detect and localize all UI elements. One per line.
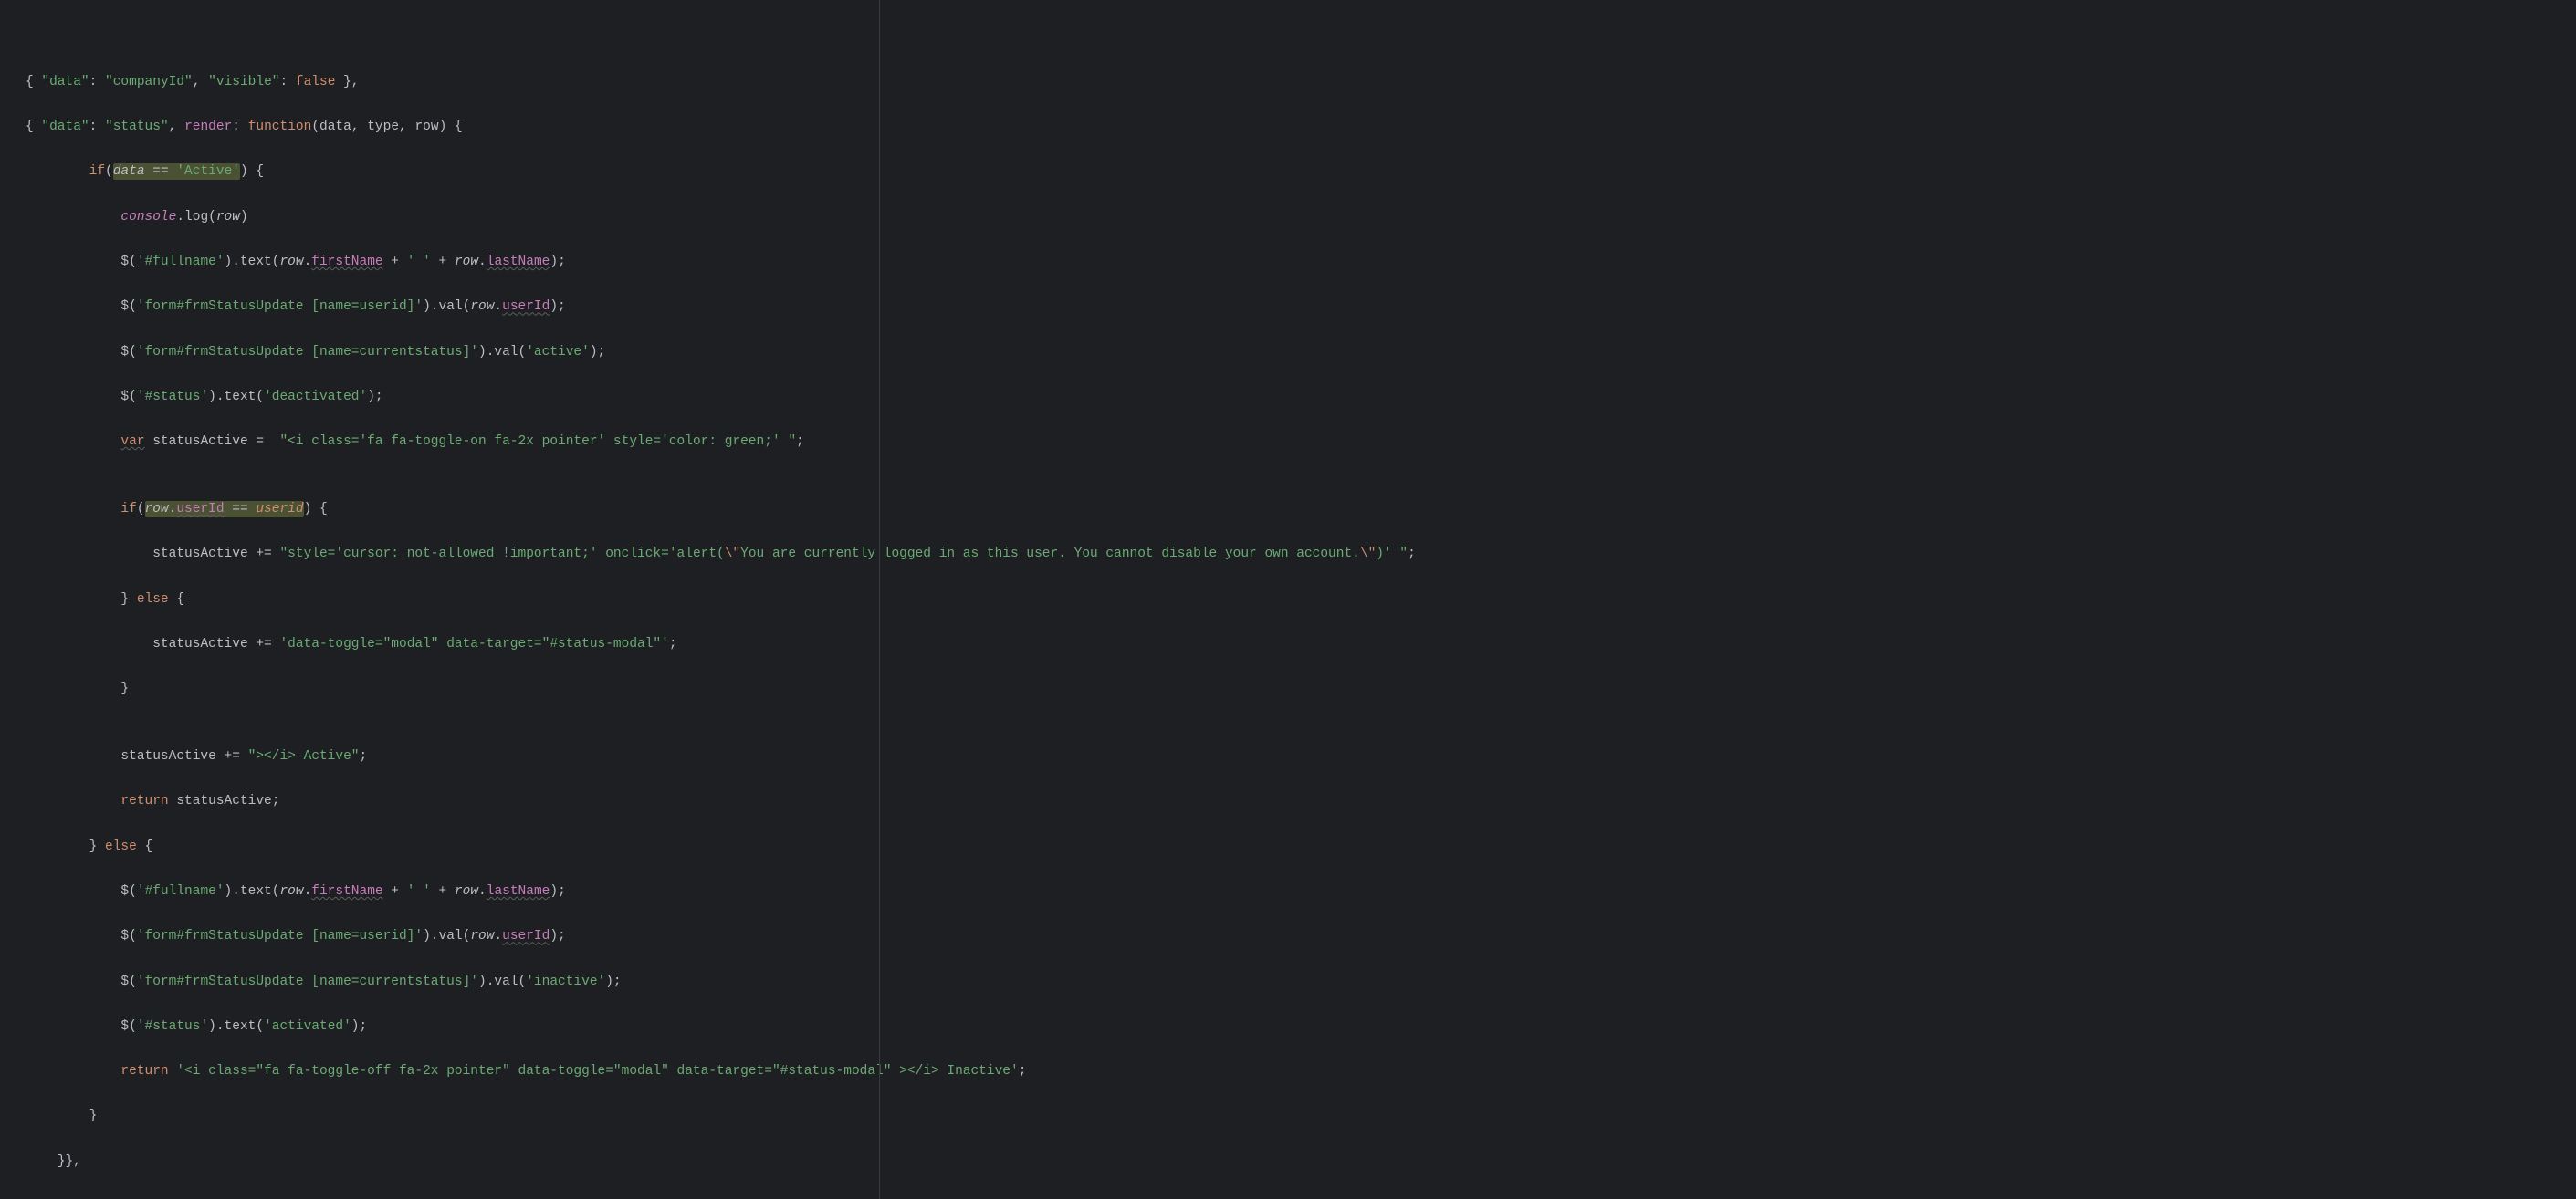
code-line: return statusActive;: [26, 790, 2576, 813]
code-line: statusActive += 'data-toggle="modal" dat…: [26, 633, 2576, 656]
code-line: $('form#frmStatusUpdate [name=userid]').…: [26, 296, 2576, 318]
code-line: $('form#frmStatusUpdate [name=currentsta…: [26, 971, 2576, 994]
code-editor[interactable]: { "data": "companyId", "visible": false …: [0, 0, 2576, 1199]
code-line: var statusActive = "<i class='fa fa-togg…: [26, 431, 2576, 454]
code-line: console.log(row): [26, 206, 2576, 229]
code-line: $('form#frmStatusUpdate [name=currentsta…: [26, 341, 2576, 364]
code-line: }},: [26, 1151, 2576, 1173]
code-line: statusActive += "></i> Active";: [26, 745, 2576, 768]
code-line: } else {: [26, 589, 2576, 611]
highlight-region: data == 'Active': [113, 163, 240, 180]
code-line: $('#fullname').text(row.firstName + ' ' …: [26, 251, 2576, 274]
code-line: }: [26, 678, 2576, 701]
code-line: $('#fullname').text(row.firstName + ' ' …: [26, 881, 2576, 903]
code-line: return '<i class="fa fa-toggle-off fa-2x…: [26, 1060, 2576, 1083]
code-line: }: [26, 1105, 2576, 1128]
highlight-region: row.userId == userid: [145, 501, 304, 517]
code-line: } else {: [26, 836, 2576, 859]
code-line: if(data == 'Active') {: [26, 161, 2576, 183]
code-line: { "data": "companyId", "visible": false …: [26, 71, 2576, 94]
code-line: { "data": "status", render: function(dat…: [26, 116, 2576, 139]
code-line: $('#status').text('activated');: [26, 1016, 2576, 1038]
code-line: $('form#frmStatusUpdate [name=userid]').…: [26, 925, 2576, 948]
code-line: $('#status').text('deactivated');: [26, 386, 2576, 409]
code-line: if(row.userId == userid) {: [26, 498, 2576, 521]
code-line: statusActive += "style='cursor: not-allo…: [26, 543, 2576, 566]
